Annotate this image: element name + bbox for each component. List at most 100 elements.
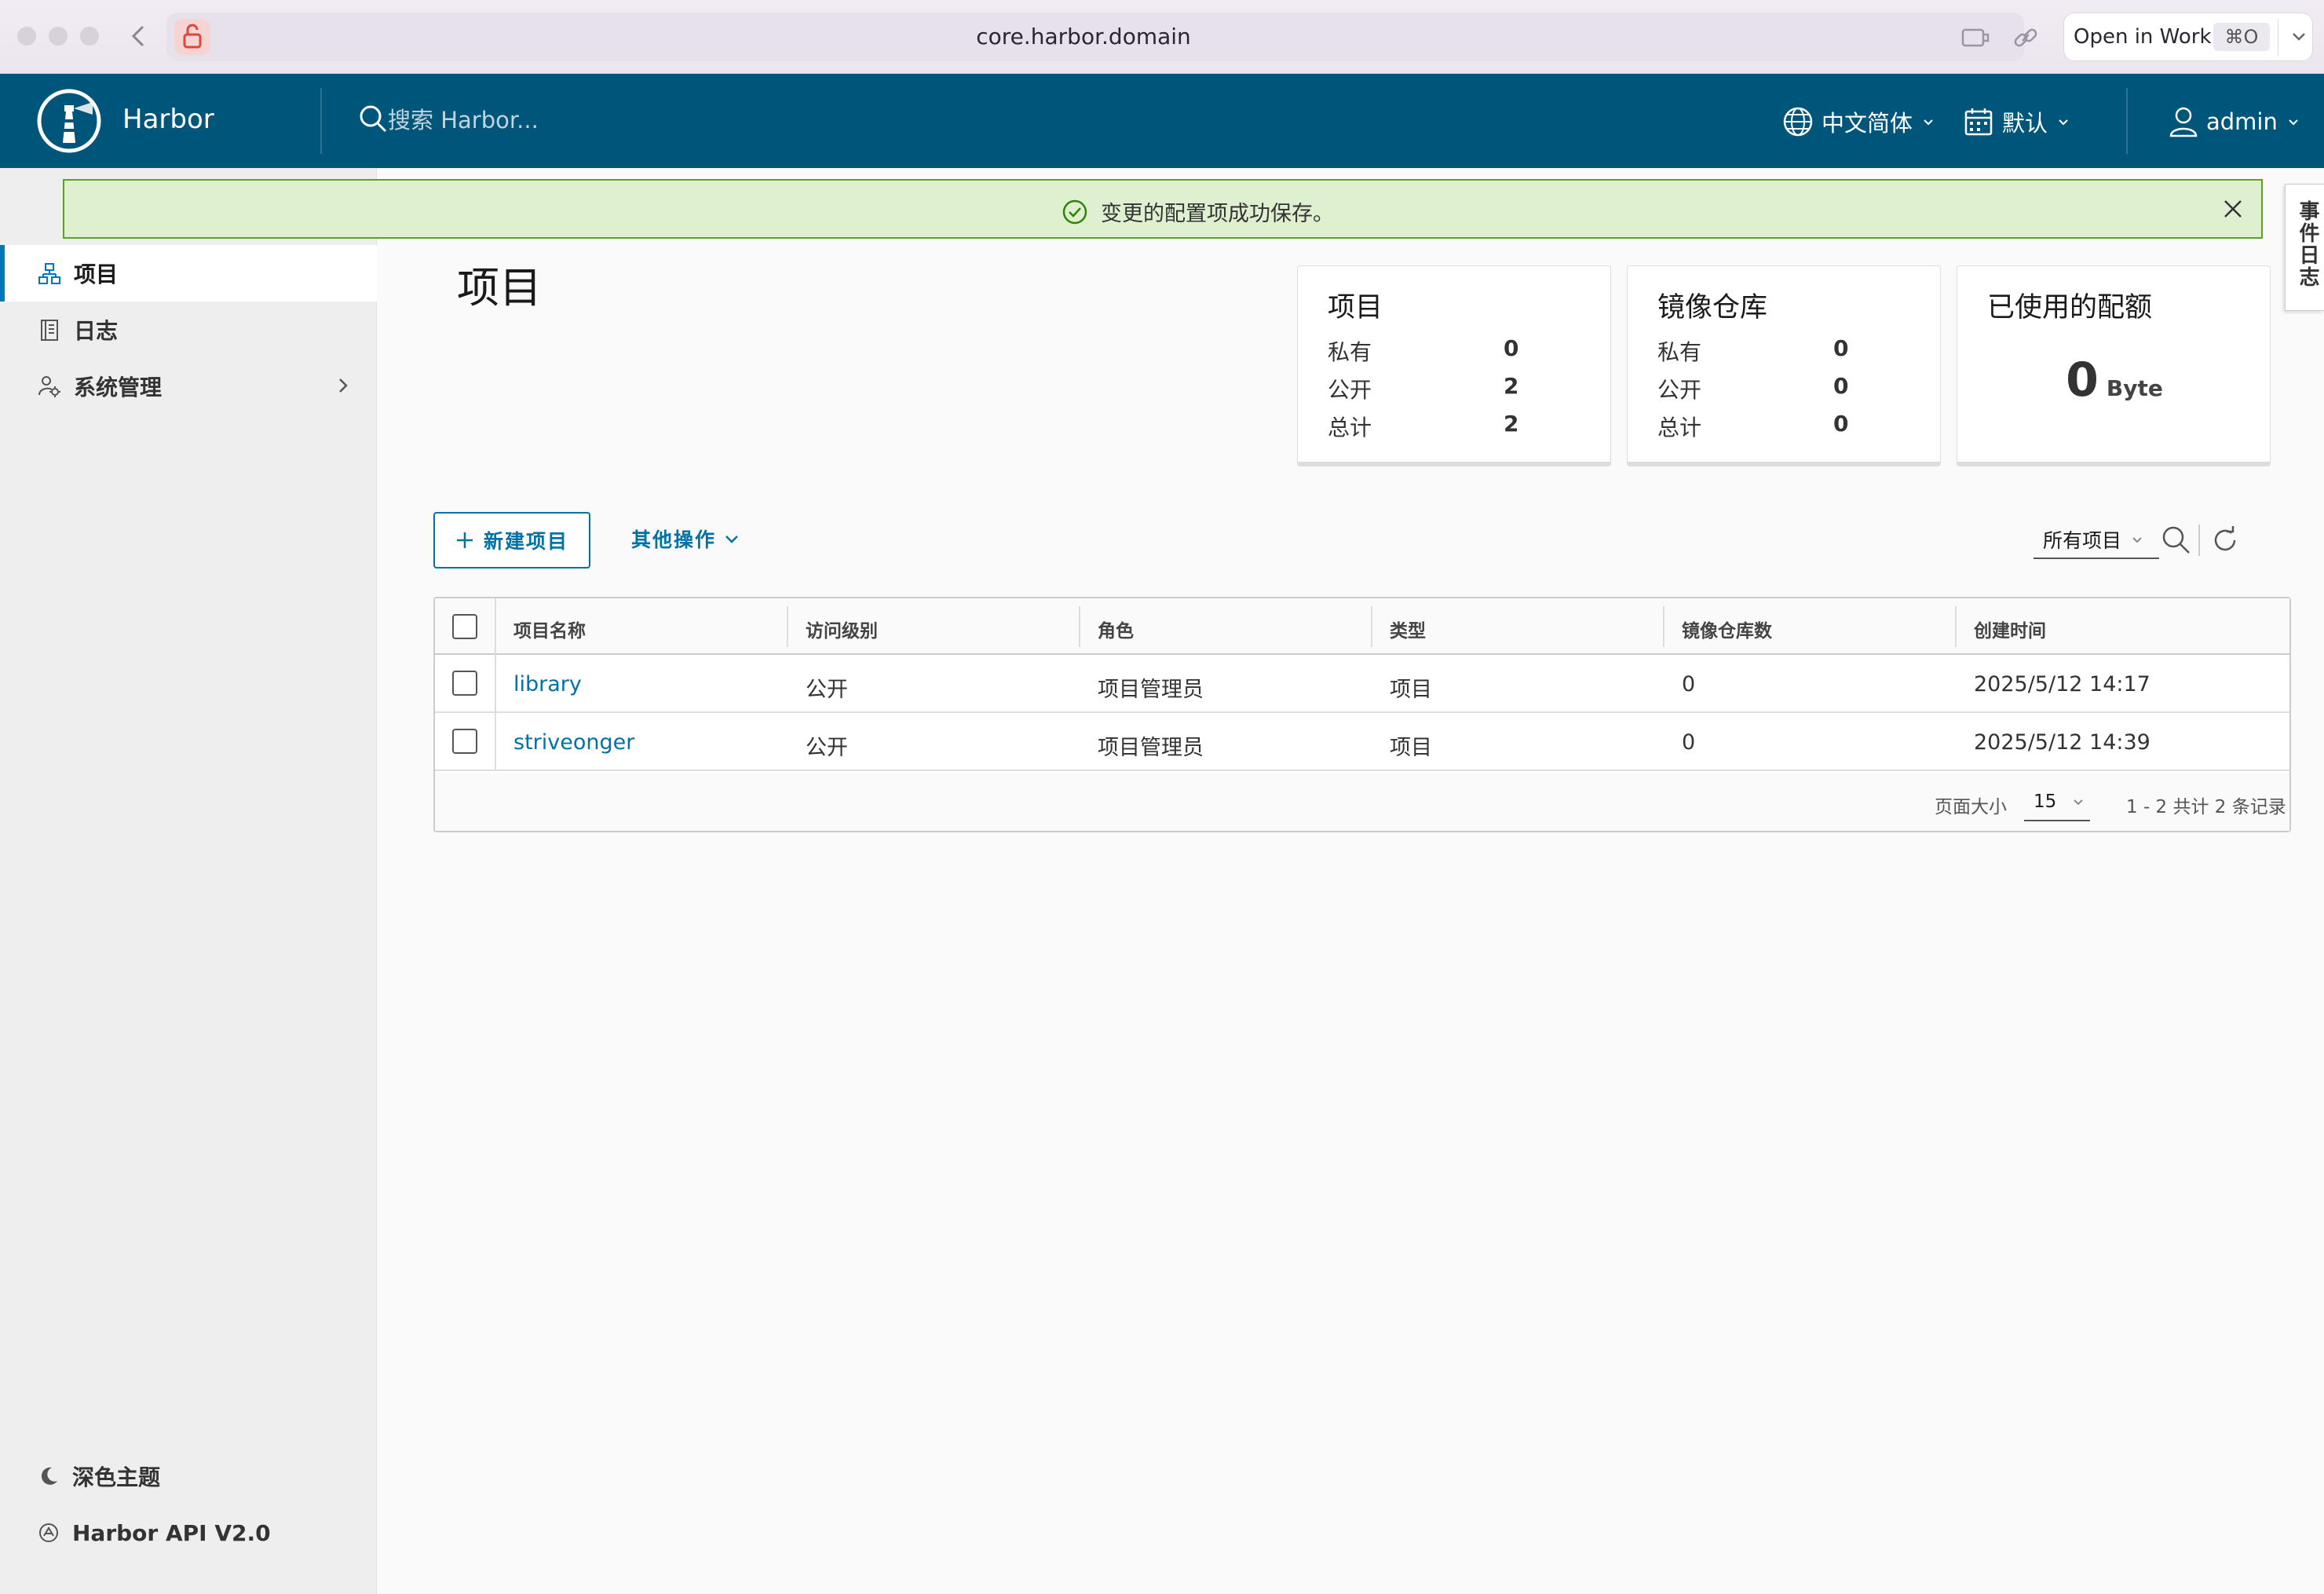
quota-value: 0 Byte [1957, 353, 2271, 408]
sidebar-item-logs[interactable]: 日志 [0, 302, 377, 358]
success-alert: 变更的配置项成功保存。 [63, 179, 2263, 239]
chevron-down-icon [2074, 799, 2083, 806]
api-link[interactable]: Harbor API V2.0 [0, 1511, 377, 1555]
other-actions-label: 其他操作 [631, 528, 717, 551]
logs-icon [41, 320, 58, 341]
page-size-select[interactable]: 15 [2024, 784, 2090, 821]
divider [1955, 606, 1957, 647]
table-row[interactable]: library 公开 项目管理员 项目 0 2025/5/12 14:17 [435, 655, 2289, 713]
type: 项目 [1390, 736, 1432, 760]
chevron-down-icon [725, 536, 738, 543]
alert-message: 变更的配置项成功保存。 [1101, 202, 1334, 226]
pagination-info: 1 - 2 共计 2 条记录 [2126, 797, 2286, 817]
divider [2198, 525, 2200, 556]
divider [495, 655, 496, 713]
calendar-icon [1964, 108, 1993, 136]
moon-icon [41, 1467, 57, 1485]
unlock-icon[interactable] [174, 19, 210, 55]
project-name-link[interactable]: library [513, 672, 582, 696]
card-row: 公开 0 [1657, 373, 1849, 403]
event-log-tab[interactable]: 事件日志 [2285, 184, 2324, 311]
event-log-label: 事件日志 [2296, 200, 2319, 288]
language-selector[interactable]: 中文简体 [1782, 102, 1936, 141]
projects-icon [38, 263, 60, 284]
open-in-work-button[interactable]: Open in Work ⌘O [2063, 13, 2313, 61]
chevron-down-icon [2289, 119, 2298, 126]
row-checkbox[interactable] [452, 671, 477, 696]
refresh-icon[interactable] [2209, 525, 2241, 559]
project-filter-select[interactable]: 所有项目 [2034, 521, 2159, 559]
select-all-checkbox[interactable] [452, 614, 477, 639]
chevron-down-icon [2059, 119, 2068, 126]
chevron-right-icon [331, 374, 355, 403]
divider [320, 88, 322, 154]
dark-theme-label: 深色主题 [72, 1464, 161, 1490]
card-row: 私有 0 [1657, 335, 1849, 365]
column-header-repo-count[interactable]: 镜像仓库数 [1682, 616, 1772, 642]
divider [2126, 88, 2128, 154]
card-title: 项目 [1328, 292, 1383, 324]
dark-theme-toggle[interactable]: 深色主题 [0, 1454, 377, 1498]
language-label: 中文简体 [1822, 110, 1913, 137]
admin-gear-icon [38, 376, 60, 397]
projects-summary-card: 项目 私有 0 公开 2 总计 2 [1297, 265, 1611, 466]
brand-name[interactable]: Harbor [122, 104, 214, 135]
minimize-window-button[interactable] [49, 27, 68, 46]
globe-icon [1783, 107, 1813, 137]
new-project-button[interactable]: 新建项目 [433, 512, 590, 569]
extension-icon[interactable] [1960, 22, 1991, 53]
api-icon [39, 1523, 58, 1542]
column-header-access[interactable]: 访问级别 [806, 616, 878, 642]
url-text[interactable]: core.harbor.domain [864, 24, 1303, 49]
close-icon[interactable] [2219, 195, 2247, 226]
column-header-name[interactable]: 项目名称 [513, 616, 586, 642]
datetime-format-selector[interactable]: 默认 [1963, 102, 2071, 141]
card-row: 总计 2 [1328, 411, 1519, 441]
link-icon[interactable] [2010, 22, 2041, 53]
back-icon[interactable] [127, 20, 151, 52]
role: 项目管理员 [1098, 678, 1204, 702]
sidebar-item-projects[interactable]: 项目 [0, 245, 377, 302]
zoom-window-button[interactable] [80, 27, 99, 46]
project-name-link[interactable]: striveonger [513, 730, 634, 755]
card-row: 私有 0 [1328, 335, 1519, 365]
page-size-value: 15 [2034, 792, 2057, 812]
column-header-created[interactable]: 创建时间 [1974, 616, 2046, 642]
projects-table: 项目名称 访问级别 角色 类型 镜像仓库数 创建时间 library 公开 项目… [433, 597, 2291, 832]
plus-icon [456, 532, 473, 548]
row-checkbox[interactable] [452, 729, 477, 754]
success-check-icon [1062, 199, 1087, 224]
divider [1079, 606, 1080, 647]
role: 项目管理员 [1098, 736, 1204, 760]
project-filter-label: 所有项目 [2043, 529, 2122, 552]
browser-toolbar: core.harbor.domain Open in Work ⌘O [0, 0, 2324, 74]
repo-count: 0 [1682, 672, 1696, 696]
global-search-input[interactable] [388, 101, 702, 140]
sidebar: 项目 日志 系统管理 深色主题 Harbor API V2.0 [0, 168, 377, 1594]
search-icon[interactable] [2161, 525, 2192, 559]
other-actions-dropdown[interactable]: 其他操作 [631, 525, 741, 553]
table-row[interactable]: striveonger 公开 项目管理员 项目 0 2025/5/12 14:3… [435, 713, 2289, 771]
card-row: 公开 2 [1328, 373, 1519, 403]
column-header-role[interactable]: 角色 [1098, 616, 1134, 642]
repositories-summary-card: 镜像仓库 私有 0 公开 0 总计 0 [1627, 265, 1941, 466]
open-in-work-label: Open in Work [2074, 25, 2212, 49]
creation-time: 2025/5/12 14:17 [1974, 672, 2150, 696]
column-header-type[interactable]: 类型 [1390, 616, 1426, 642]
chevron-down-icon [1924, 119, 1933, 126]
chevron-down-icon[interactable] [2287, 24, 2311, 51]
shortcut-badge: ⌘O [2213, 23, 2270, 51]
quota-summary-card: 已使用的配额 0 Byte [1957, 265, 2271, 466]
divider [495, 713, 496, 771]
chevron-down-icon [2132, 537, 2142, 543]
quota-unit: Byte [2106, 375, 2163, 401]
user-menu[interactable]: admin [2169, 102, 2301, 141]
close-window-button[interactable] [17, 27, 36, 46]
sidebar-item-administration[interactable]: 系统管理 [0, 358, 377, 415]
repo-count: 0 [1682, 730, 1696, 755]
user-icon [2169, 107, 2198, 137]
search-icon [358, 104, 388, 137]
table-footer: 页面大小 15 1 - 2 共计 2 条记录 [435, 773, 2289, 831]
harbor-logo-icon[interactable] [36, 88, 102, 154]
page-title: 项目 [457, 263, 542, 313]
